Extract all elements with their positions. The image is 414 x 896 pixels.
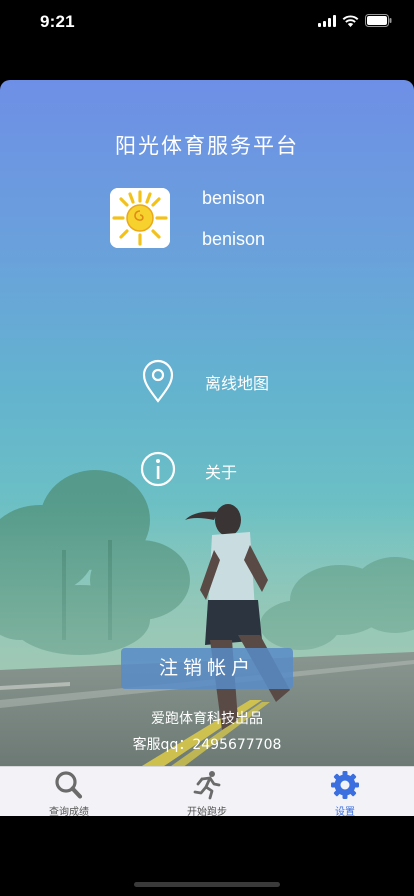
sun-logo-icon bbox=[110, 188, 170, 248]
menu-label-about: 关于 bbox=[205, 463, 238, 482]
menu-label-offline-map: 离线地图 bbox=[205, 374, 270, 393]
gear-icon bbox=[331, 771, 359, 799]
tab-label-start-running: 开始跑步 bbox=[187, 807, 227, 816]
search-icon bbox=[55, 771, 83, 799]
footer-service-qq: 客服qq：2495677708 bbox=[132, 737, 282, 753]
app-title: 阳光体育服务平台 bbox=[115, 134, 299, 158]
home-indicator bbox=[134, 882, 280, 887]
status-bar: 9:21 bbox=[0, 0, 414, 44]
tab-start-running[interactable]: 开始跑步 bbox=[138, 767, 276, 816]
map-pin-icon bbox=[142, 359, 174, 403]
tab-label-query-scores: 查询成绩 bbox=[49, 807, 89, 816]
user-name: benison bbox=[202, 188, 266, 208]
tab-settings[interactable]: 设置 bbox=[276, 767, 414, 816]
menu-item-about[interactable]: 关于 bbox=[0, 444, 414, 494]
signal-icon bbox=[318, 14, 336, 27]
info-icon bbox=[140, 451, 176, 487]
runner-icon bbox=[193, 771, 221, 800]
logout-button[interactable]: 注销帐户 bbox=[121, 648, 293, 689]
battery-icon bbox=[365, 14, 392, 27]
tab-query-scores[interactable]: 查询成绩 bbox=[0, 767, 138, 816]
status-time: 9:21 bbox=[40, 12, 75, 31]
app-logo bbox=[110, 188, 170, 248]
status-icons bbox=[318, 14, 392, 27]
menu-item-offline-map[interactable]: 离线地图 bbox=[0, 356, 414, 406]
tab-bar: 查询成绩 开始跑步 设置 bbox=[0, 766, 414, 816]
tab-label-settings: 设置 bbox=[335, 807, 355, 816]
footer-credit: 爱跑体育科技出品 bbox=[151, 711, 263, 727]
user-account: benison bbox=[202, 229, 266, 249]
settings-screen: 阳光体育服务平台 benison benison 离线地图 关于 注销帐户 爱跑… bbox=[0, 80, 414, 816]
wifi-icon bbox=[342, 14, 359, 27]
